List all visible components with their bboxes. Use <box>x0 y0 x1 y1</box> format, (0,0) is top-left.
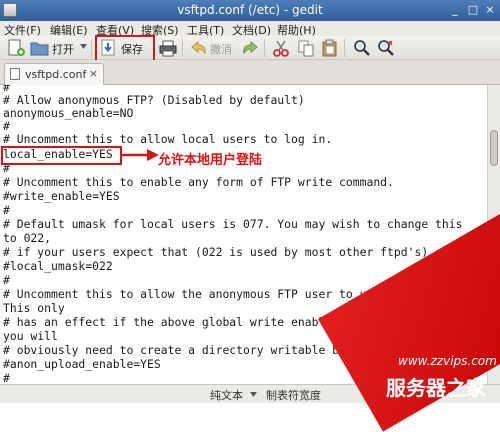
print-button[interactable] <box>158 39 178 57</box>
watermark-brand: 服务器之家 <box>386 376 486 400</box>
editor-line: #anon_upload_enable=YES <box>3 357 161 371</box>
open-button[interactable] <box>30 39 50 57</box>
search-replace-icon <box>378 40 394 56</box>
close-window-button[interactable]: × <box>483 3 497 17</box>
undo-label: 撤消 <box>210 43 232 56</box>
paste-button[interactable] <box>320 39 340 57</box>
editor-line: to 022, <box>3 231 52 245</box>
copy-icon <box>298 40 314 57</box>
chevron-down-icon <box>80 44 87 49</box>
undo-button[interactable] <box>189 39 209 57</box>
toolbar-separator <box>344 39 345 57</box>
toolbar-separator <box>182 39 183 57</box>
toolbar: 打开 保存 撤消 <box>0 36 500 60</box>
editor-line: This only <box>3 301 65 315</box>
menu-bar: 文件(F) 编辑(E) 查看(V) 搜索(S) 工具(T) 文档(D) 帮助(H… <box>0 21 500 37</box>
editor-line: # <box>3 371 10 385</box>
scissors-icon <box>273 40 289 57</box>
clipboard-icon <box>322 39 337 57</box>
search-icon <box>354 40 370 56</box>
cut-button[interactable] <box>271 39 291 57</box>
annotation-arrow-icon <box>121 149 159 161</box>
local-enable-highlight-box <box>1 146 122 165</box>
new-document-button[interactable] <box>6 39 26 57</box>
editor-line: # Default umask for local users is 077. … <box>3 217 463 231</box>
editor-line: anonymous_enable=NO <box>3 106 134 120</box>
editor-line: # if your users expect that (022 is used… <box>3 245 429 259</box>
title-bar: vsftpd.conf (/etc) - gedit _ □ × <box>0 0 500 21</box>
editor-line: # <box>3 273 10 287</box>
undo-icon <box>191 40 206 55</box>
tab-label: vsftpd.conf <box>25 68 87 81</box>
minimize-button[interactable]: _ <box>448 3 462 17</box>
tab-width-selector[interactable]: 制表符宽度 <box>266 387 321 403</box>
maximize-button[interactable]: □ <box>466 3 480 17</box>
editor-line: # Uncomment this to enable any form of F… <box>3 175 394 189</box>
watermark-url: www.zzvips.com <box>398 354 497 368</box>
printer-icon <box>159 40 177 57</box>
redo-button[interactable] <box>240 39 260 57</box>
find-replace-button[interactable] <box>376 39 396 57</box>
open-recent-dropdown[interactable] <box>80 43 88 61</box>
scrollbar-thumb[interactable] <box>490 130 498 166</box>
document-icon <box>10 68 20 80</box>
annotation-text: 允许本地用户登陆 <box>158 153 263 168</box>
editor-line: #local_umask=022 <box>3 259 113 273</box>
tab-strip: vsftpd.conf × <box>0 60 500 85</box>
editor-line: # Uncomment this to allow local users to… <box>3 132 333 146</box>
copy-button[interactable] <box>296 39 316 57</box>
open-label: 打开 <box>52 43 74 56</box>
toolbar-separator <box>91 39 92 57</box>
language-mode-selector[interactable]: 纯文本 <box>210 387 243 403</box>
tab-vsftpd-conf[interactable]: vsftpd.conf × <box>4 63 104 85</box>
new-document-icon <box>8 39 25 56</box>
close-tab-icon[interactable]: × <box>89 67 98 80</box>
chevron-down-icon <box>250 392 257 397</box>
folder-icon <box>30 42 49 56</box>
find-button[interactable] <box>352 39 372 57</box>
toolbar-separator <box>264 39 265 57</box>
redo-icon <box>243 40 258 55</box>
window-title: vsftpd.conf (/etc) - gedit <box>177 3 323 17</box>
editor-line: #write_enable=YES <box>3 189 120 203</box>
editor-line: you will <box>3 329 58 343</box>
editor-line: # <box>3 203 10 217</box>
